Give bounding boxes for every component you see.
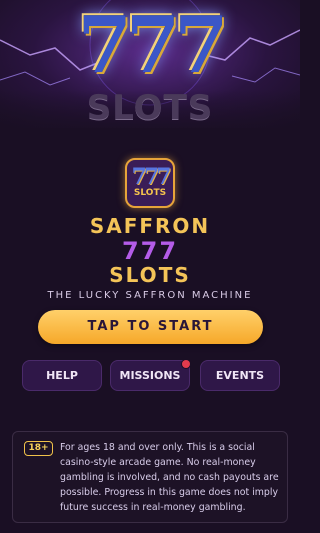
age-rating-badge: 18+: [24, 441, 53, 456]
missions-button[interactable]: MISSIONS: [110, 360, 190, 391]
hero-logo-number: 777: [77, 0, 229, 91]
game-title-line2: 777: [121, 237, 179, 265]
app-icon-word: SLOTS: [133, 188, 167, 198]
game-title-line3: SLOTS: [109, 263, 191, 287]
app-icon: 777 SLOTS: [125, 158, 175, 208]
hero-logo-word: SLOTS: [86, 88, 214, 128]
disclaimer-text: For ages 18 and over only. This is a soc…: [60, 442, 279, 513]
missions-notification-dot: [182, 360, 190, 368]
app-icon-number: 777: [131, 164, 172, 190]
tagline: THE LUCKY SAFFRON MACHINE: [47, 290, 253, 301]
events-button[interactable]: EVENTS: [200, 360, 280, 391]
age-disclaimer-box: 18+ For ages 18 and over only. This is a…: [12, 431, 288, 523]
hero-banner: 777 SLOTS: [0, 0, 300, 128]
tap-to-start-button[interactable]: TAP TO START: [38, 310, 263, 344]
game-title-line1: SAFFRON: [89, 214, 211, 238]
help-button[interactable]: HELP: [22, 360, 102, 391]
